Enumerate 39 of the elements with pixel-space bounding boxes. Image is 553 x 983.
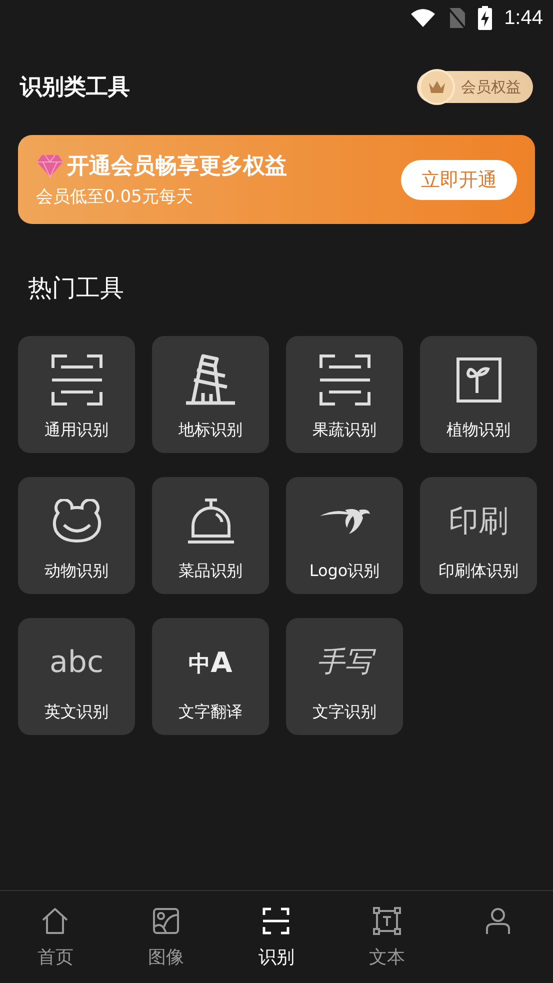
glyph-icon: 印刷 <box>448 500 508 542</box>
status-time: 1:44 <box>504 6 543 30</box>
member-benefits-button[interactable]: 会员权益 <box>417 71 533 103</box>
translate-icon: 中A <box>188 646 232 678</box>
glyph-icon: abc <box>50 644 104 680</box>
nav-tab[interactable]: 图像 <box>110 891 222 983</box>
nav-tab[interactable]: 首页 <box>0 891 111 983</box>
tool-card[interactable]: 中A 文字翻译 <box>152 618 269 735</box>
tool-card[interactable]: abc 英文识别 <box>18 618 135 735</box>
image-icon <box>152 907 180 935</box>
banner-subtitle: 会员低至0.05元每天 <box>36 186 194 208</box>
section-title: 热门工具 <box>27 273 125 304</box>
scan-icon <box>318 354 370 406</box>
tool-card[interactable]: 手写 文字识别 <box>286 618 403 735</box>
no-sim-icon <box>448 7 466 29</box>
battery-icon <box>478 6 492 30</box>
home-icon <box>41 907 70 935</box>
scan-icon <box>262 907 290 935</box>
tool-card[interactable]: 通用识别 <box>18 336 135 453</box>
tool-card[interactable]: 植物识别 <box>420 336 537 453</box>
wifi-icon <box>410 8 436 28</box>
crown-icon <box>428 80 446 94</box>
cloche-icon <box>186 498 236 544</box>
person-icon <box>484 907 512 935</box>
tool-card[interactable]: 果蔬识别 <box>286 336 403 453</box>
tool-card[interactable]: 地标识别 <box>152 336 269 453</box>
plant-icon <box>456 357 502 403</box>
tool-card[interactable]: 印刷 印刷体识别 <box>420 477 537 594</box>
diamond-icon <box>36 154 64 178</box>
scan-icon <box>50 354 102 406</box>
tool-card[interactable]: 菜品识别 <box>152 477 269 594</box>
banner-title: 开通会员畅享更多权益 <box>67 153 287 181</box>
tool-card[interactable]: 动物识别 <box>18 477 135 594</box>
text-box-icon <box>373 907 402 935</box>
leaning-tower-icon <box>184 354 236 406</box>
nav-tab[interactable]: 文本 <box>332 891 442 983</box>
tool-card[interactable]: Logo识别 <box>286 477 403 594</box>
page-title: 识别类工具 <box>20 74 130 102</box>
nav-tab[interactable]: 识别 <box>221 891 332 983</box>
